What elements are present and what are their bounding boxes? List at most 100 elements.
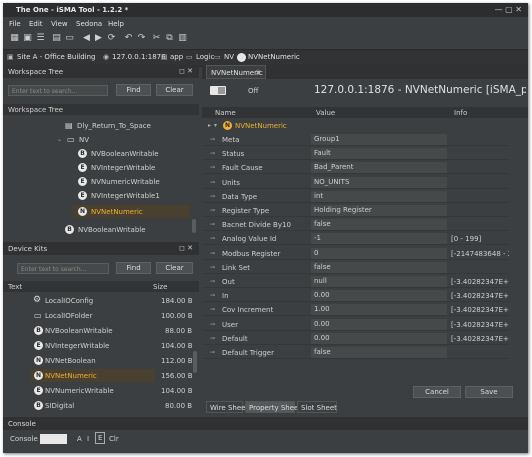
tab-wire-sheet[interactable]: Wire Sheet — [206, 401, 248, 413]
property-row[interactable]: ⊸ Status Fault — [203, 147, 509, 161]
kits-row-selected[interactable]: N NVNetNumeric — [31, 369, 155, 382]
breadcrumb-nv[interactable]: NV — [224, 53, 234, 61]
list-icon[interactable]: ☰ — [35, 33, 46, 44]
kits-find-button[interactable]: Find — [116, 262, 151, 274]
expand-icon[interactable]: ▸ — [208, 122, 211, 129]
forward-icon[interactable]: ▶ — [93, 33, 104, 44]
property-row[interactable]: ⊸ Meta Group1 — [203, 133, 509, 146]
breadcrumb-device[interactable]: 127.0.0.1:1876 — [112, 53, 166, 61]
property-row[interactable]: ⊸ Units NO_UNITS — [203, 176, 509, 189]
property-value[interactable]: 0 — [311, 247, 447, 259]
kits-row[interactable]: E NVNumericWritable 104.00 B — [3, 384, 193, 397]
breadcrumb-logic[interactable]: Logic — [196, 53, 214, 61]
property-row[interactable]: ⊸ Fault Cause Bad_Parent — [203, 161, 509, 175]
console-input[interactable] — [40, 434, 67, 444]
property-value[interactable]: 0.00 — [311, 318, 447, 330]
property-value[interactable]: int — [311, 190, 447, 202]
property-value[interactable]: 0.00 — [311, 332, 447, 344]
property-value[interactable]: Holding Register — [311, 205, 447, 216]
property-value[interactable]: false — [311, 261, 447, 273]
kits-scrollbar[interactable] — [193, 351, 197, 373]
tab-slot-sheet[interactable]: Slot Sheet — [297, 401, 337, 413]
copy-icon[interactable]: ⧉ — [164, 33, 175, 44]
collapse-icon[interactable]: ⌄ — [57, 136, 62, 143]
property-value[interactable]: Bad_Parent — [311, 162, 447, 174]
menu-file[interactable]: File — [9, 20, 21, 28]
property-row[interactable]: ⊸ Bacnet Divide By10 false — [203, 218, 509, 232]
kits-row[interactable]: ⚙ LocalIOConfig 184.00 B — [3, 294, 193, 307]
property-row[interactable]: ⊸ Default 0.00 [-3.40282347E+38 - — [203, 332, 509, 345]
tree-item[interactable]: ⌄ ▭ NV — [3, 133, 193, 146]
save-button[interactable]: Save — [465, 386, 513, 398]
paste-icon[interactable]: ▥ — [177, 33, 188, 44]
property-value[interactable]: false — [311, 219, 447, 231]
property-value[interactable]: -1 — [311, 233, 447, 245]
property-value[interactable]: false — [311, 347, 447, 358]
console-toggle-e[interactable]: E — [95, 432, 106, 444]
link-icon[interactable]: ▤ — [51, 33, 62, 44]
undo-icon[interactable]: ↶ — [123, 33, 134, 44]
property-row[interactable]: ⊸ Modbus Register 0 [-2147483648 - 214 — [203, 247, 509, 260]
tree-item[interactable]: E NVIntegerWritable1 — [3, 189, 193, 202]
workspace-find-button[interactable]: Find — [116, 84, 151, 96]
tree-item[interactable]: E NVIntegerWritable — [3, 161, 193, 174]
console-toggle-i[interactable]: I — [87, 435, 89, 443]
tree-item[interactable]: ▤ Dly_Return_To_Space — [3, 119, 193, 132]
property-row[interactable]: ⊸ Data Type int — [203, 190, 509, 203]
property-row[interactable]: ⊸ User 0.00 [-3.40282347E+38 - — [203, 318, 509, 331]
refresh-menu-icon[interactable]: ⟳ — [106, 33, 117, 44]
property-value[interactable]: 1.00 — [311, 304, 447, 316]
property-row[interactable]: ⊸ Cov Increment 1.00 [-3.40282347E+38 - — [203, 303, 509, 317]
workspace-icon[interactable]: ▦ — [9, 33, 20, 44]
property-value[interactable]: 0.00 — [311, 290, 447, 302]
tree-item[interactable]: B NVBooleanWritable — [3, 147, 193, 160]
menu-view[interactable]: View — [51, 20, 68, 28]
tab-property-sheet[interactable]: Property Sheet — [245, 401, 301, 413]
menu-sedona[interactable]: Sedona — [76, 20, 102, 28]
tree-item[interactable]: B NVBooleanWritable — [3, 223, 193, 236]
breadcrumb-component[interactable]: NVNetNumeric — [248, 53, 300, 61]
folder-icon[interactable]: ▭ — [64, 33, 75, 44]
back-icon[interactable]: ◀ — [81, 33, 92, 44]
property-row[interactable]: ⊸ In 0.00 [-3.40282347E+38 - — [203, 289, 509, 303]
property-row[interactable]: ⊸ Analog Value Id -1 [0 - 199] — [203, 232, 509, 246]
kits-row[interactable]: B SIDigital 80.00 B — [3, 399, 193, 412]
property-root-row[interactable]: ▸ ▾ N NVNetNumeric — [205, 119, 525, 132]
close-tab-icon[interactable]: ✕ — [255, 69, 261, 77]
save-icon[interactable]: ▣ — [22, 33, 33, 44]
redo-icon[interactable]: ↷ — [136, 33, 147, 44]
panel-controls[interactable]: ◻ ✕ — [179, 67, 193, 75]
property-row[interactable]: ⊸ Out null [-3.40282347E+38 - — [203, 275, 509, 288]
panel-controls[interactable]: ◻ ✕ — [179, 244, 193, 252]
kits-row[interactable]: E NVIntegerWritable 104.00 B — [3, 339, 193, 352]
kits-clear-button[interactable]: Clear — [156, 262, 193, 274]
expand-icon[interactable]: ▾ — [214, 122, 217, 129]
property-row[interactable]: ⊸ Register Type Holding Register — [203, 204, 509, 217]
tab-nvnetnumeric[interactable]: NVNetNumeric ✕ — [206, 65, 266, 79]
console-clear-button[interactable]: Clr — [109, 435, 119, 443]
property-row[interactable]: ⊸ Default Trigger false — [203, 346, 509, 359]
property-row[interactable]: ⊸ Link Set false — [203, 261, 509, 274]
property-value[interactable]: Group1 — [311, 134, 447, 145]
breadcrumb-app[interactable]: app — [170, 53, 183, 61]
tree-item[interactable]: E NVNumericWritable — [3, 175, 193, 188]
window-controls[interactable]: — ▢ ✕ — [495, 5, 522, 14]
property-value[interactable]: Fault — [311, 148, 447, 160]
menu-edit[interactable]: Edit — [29, 20, 43, 28]
cancel-button[interactable]: Cancel — [413, 386, 461, 398]
workspace-clear-button[interactable]: Clear — [156, 84, 193, 96]
console-toggle-a[interactable]: A — [77, 435, 82, 443]
property-value[interactable]: NO_UNITS — [311, 176, 447, 188]
kits-search-input[interactable]: Enter text to search... — [17, 263, 109, 274]
on-off-toggle[interactable] — [210, 86, 226, 95]
menu-help[interactable]: Help — [108, 20, 124, 28]
breadcrumb-site[interactable]: Site A - Office Building — [17, 53, 95, 61]
tree-item-selected[interactable]: N NVNetNumeric — [73, 205, 190, 218]
workspace-search-input[interactable]: Enter text to search... — [8, 85, 108, 96]
property-value[interactable]: null — [311, 276, 447, 287]
workspace-scrollbar[interactable] — [192, 219, 196, 233]
cut-icon[interactable]: ✂ — [151, 33, 162, 44]
kits-row[interactable]: ▭ LocalIOFolder 100.00 B — [3, 309, 193, 322]
kits-row[interactable]: B NVBooleanWritable 88.00 B — [3, 324, 193, 337]
kits-row[interactable]: N NVNetBoolean 112.00 B — [3, 354, 193, 367]
